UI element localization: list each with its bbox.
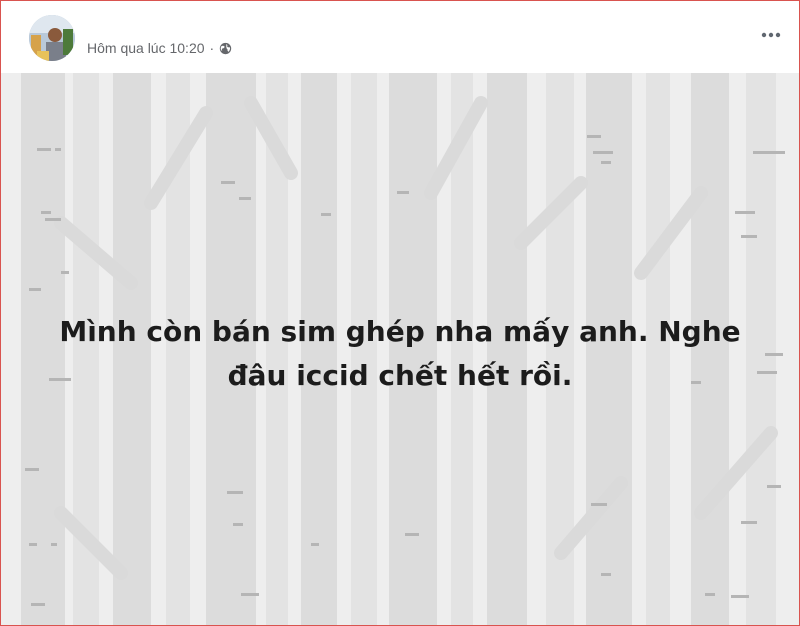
post-timestamp[interactable]: Hôm qua lúc 10:20 [87,40,205,56]
avatar[interactable] [29,15,75,61]
post-text-line: đâu iccid chết hết rồi. [227,359,573,392]
author-name-redacted[interactable] [87,15,127,25]
post-header: Hôm qua lúc 10:20 · [1,1,799,73]
post-background: Mình còn bán sim ghép nha mấy anh. Nghe … [1,73,799,625]
post-text-line: Mình còn bán sim ghép nha mấy anh. Nghe [59,315,741,348]
avatar-image [29,15,75,61]
facebook-post: Hôm qua lúc 10:20 · Mình còn bán sim ghé… [0,0,800,626]
more-horizontal-icon [761,32,781,38]
post-meta: Hôm qua lúc 10:20 · [87,40,232,56]
globe-icon[interactable] [219,42,232,55]
meta-separator: · [209,40,215,56]
more-options-button[interactable] [757,23,785,47]
post-text: Mình còn bán sim ghép nha mấy anh. Nghe … [1,310,799,398]
